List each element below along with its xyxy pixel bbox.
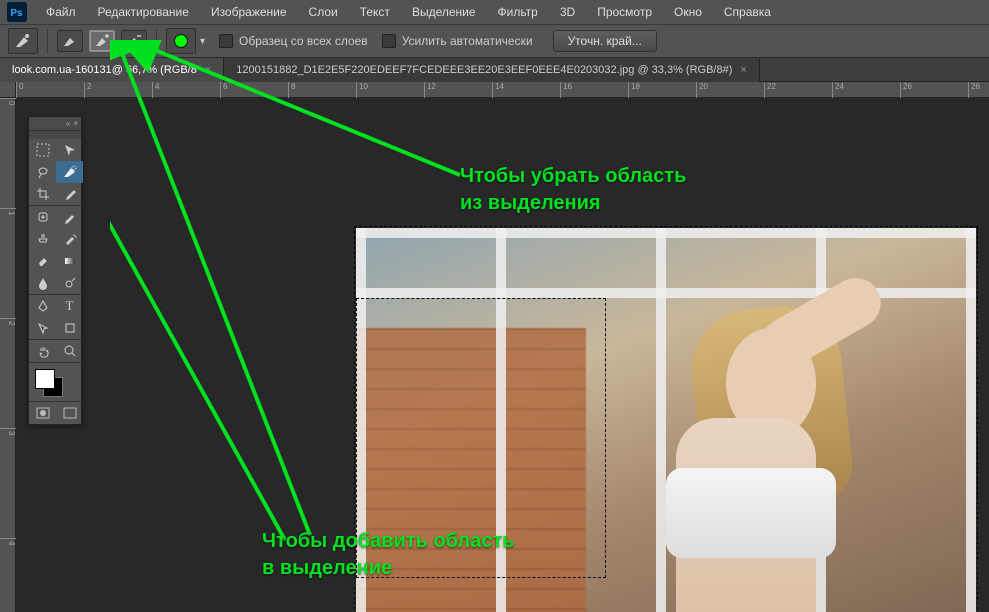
- zoom-tool[interactable]: [56, 340, 83, 362]
- new-selection-icon[interactable]: [57, 30, 83, 52]
- gradient-tool[interactable]: [56, 250, 83, 272]
- foreground-color-swatch[interactable]: [35, 369, 55, 389]
- workspace: 0246810121416182022242628 01234: [0, 82, 989, 612]
- checkbox-icon[interactable]: [219, 34, 233, 48]
- marquee-tool[interactable]: [29, 139, 56, 161]
- current-tool-icon[interactable]: [8, 28, 38, 54]
- horizontal-ruler[interactable]: 0246810121416182022242628: [16, 82, 989, 98]
- close-icon[interactable]: ×: [740, 64, 746, 76]
- hand-tool[interactable]: [29, 340, 56, 362]
- add-to-selection-icon[interactable]: [89, 30, 115, 52]
- sample-all-layers-label: Образец со всех слоев: [239, 34, 368, 48]
- tools-panel[interactable]: «× T: [28, 116, 82, 425]
- type-tool[interactable]: T: [56, 295, 83, 317]
- menu-type[interactable]: Текст: [350, 2, 400, 22]
- chevron-down-icon[interactable]: ▾: [200, 36, 205, 47]
- tab-label: look.com.ua-160131: [12, 64, 112, 76]
- menu-edit[interactable]: Редактирование: [88, 2, 199, 22]
- divider: [156, 28, 157, 54]
- menu-select[interactable]: Выделение: [402, 2, 486, 22]
- eraser-tool[interactable]: [29, 250, 56, 272]
- crop-tool[interactable]: [29, 183, 56, 205]
- options-bar: ▾ Образец со всех слоев Усилить автомати…: [0, 24, 989, 58]
- canvas[interactable]: [16, 98, 989, 612]
- photoshop-logo-icon: Ps: [6, 2, 28, 22]
- history-brush-tool[interactable]: [56, 228, 83, 250]
- checkbox-icon[interactable]: [382, 34, 396, 48]
- pen-tool[interactable]: [29, 295, 56, 317]
- quick-selection-tool[interactable]: [56, 161, 83, 183]
- menu-filter[interactable]: Фильтр: [488, 2, 548, 22]
- vertical-ruler[interactable]: 01234: [0, 98, 16, 612]
- close-icon[interactable]: ×: [73, 119, 78, 128]
- subtract-from-selection-icon[interactable]: [121, 30, 147, 52]
- screen-mode-icon[interactable]: [56, 402, 83, 424]
- panel-grip[interactable]: [29, 131, 81, 139]
- menu-file[interactable]: Файл: [36, 2, 86, 22]
- menu-image[interactable]: Изображение: [201, 2, 297, 22]
- sample-all-layers-option[interactable]: Образец со всех слоев: [219, 34, 368, 48]
- blur-tool[interactable]: [29, 272, 56, 294]
- tab-suffix: @ 66,7% (RGB/8: [112, 64, 197, 76]
- menu-3d[interactable]: 3D: [550, 2, 585, 22]
- menu-help[interactable]: Справка: [714, 2, 781, 22]
- brush-preview[interactable]: [166, 28, 196, 54]
- panel-header[interactable]: «×: [29, 117, 81, 131]
- shape-tool[interactable]: [56, 317, 83, 339]
- document-tab-2[interactable]: 1200151882_D1E2E5F220EDEEF7FCEDEEE3EE20E…: [224, 58, 760, 82]
- clone-stamp-tool[interactable]: [29, 228, 56, 250]
- tab-label: 1200151882_D1E2E5F220EDEEF7FCEDEEE3EE20E…: [236, 64, 732, 76]
- menu-view[interactable]: Просмотр: [587, 2, 662, 22]
- menu-layer[interactable]: Слои: [299, 2, 348, 22]
- svg-text:Ps: Ps: [10, 8, 23, 19]
- close-icon[interactable]: ×: [205, 64, 211, 76]
- auto-enhance-label: Усилить автоматически: [402, 34, 533, 48]
- collapse-icon[interactable]: «: [66, 119, 70, 128]
- lasso-tool[interactable]: [29, 161, 56, 183]
- brush-tool[interactable]: [56, 206, 83, 228]
- dodge-tool[interactable]: [56, 272, 83, 294]
- color-swatches[interactable]: [29, 363, 83, 401]
- ruler-origin[interactable]: [0, 82, 16, 98]
- menu-window[interactable]: Окно: [664, 2, 712, 22]
- divider: [47, 28, 48, 54]
- document-image: [356, 228, 976, 612]
- path-selection-tool[interactable]: [29, 317, 56, 339]
- document-tab-1[interactable]: look.com.ua-160131 @ 66,7% (RGB/8 ×: [0, 58, 224, 82]
- menu-bar: Ps Файл Редактирование Изображение Слои …: [0, 0, 989, 24]
- document-tab-bar: look.com.ua-160131 @ 66,7% (RGB/8 × 1200…: [0, 58, 989, 82]
- auto-enhance-option[interactable]: Усилить автоматически: [382, 34, 533, 48]
- eyedropper-tool[interactable]: [56, 183, 83, 205]
- quick-mask-icon[interactable]: [29, 402, 56, 424]
- move-tool[interactable]: [56, 139, 83, 161]
- healing-brush-tool[interactable]: [29, 206, 56, 228]
- refine-edge-button[interactable]: Уточн. край...: [553, 30, 657, 52]
